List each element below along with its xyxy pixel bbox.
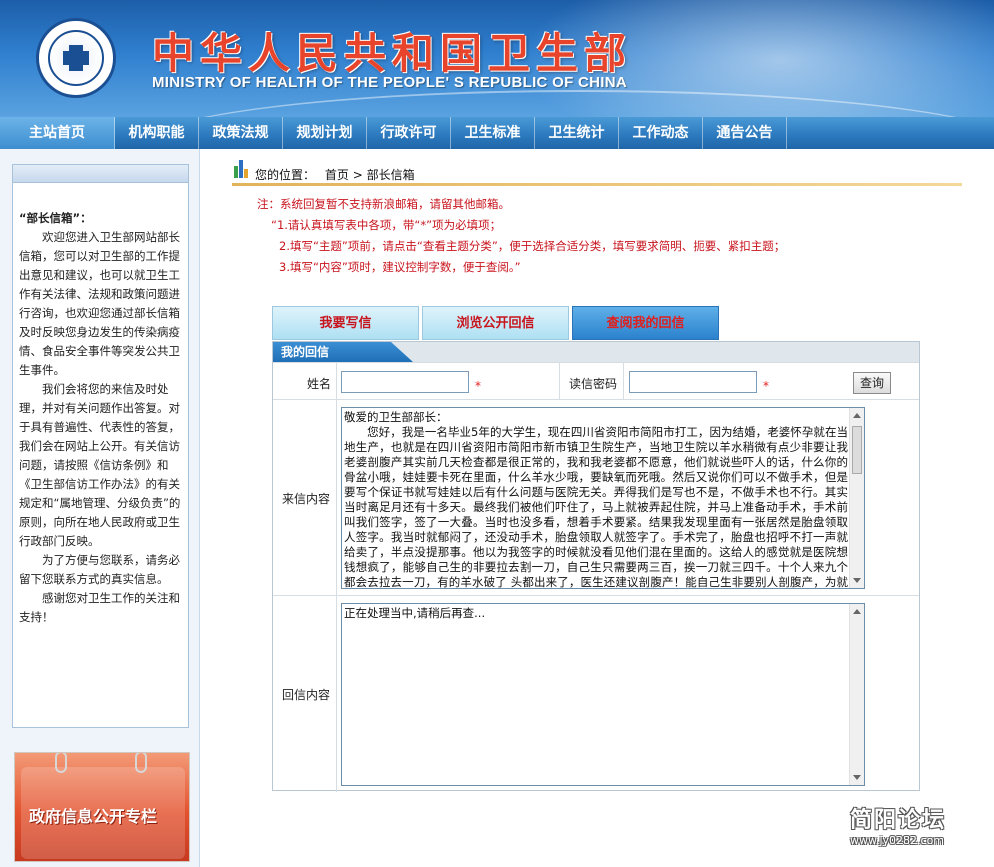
note-line-2: “1.请认真填写表中各项，带“*”项为必填项； [271,218,502,232]
gov-info-banner[interactable]: 政府信息公开专栏 [14,752,190,862]
forum-watermark: 简阳论坛 www.jy0282.com [850,802,980,847]
letter-content-textarea[interactable]: 敬爱的卫生部部长： 您好，我是一名毕业5年的大学生，现在四川省资阳市简阳市打工，… [341,407,865,589]
gov-info-banner-label: 政府信息公开专栏 [29,807,158,826]
password-label: 读信密码 [569,377,618,391]
nav-item-notices[interactable]: 通告公告 [703,117,787,149]
scroll-down-icon[interactable] [853,775,861,780]
tab-my-replies[interactable]: 查阅我的回信 [572,306,719,340]
sidebar-para-3: 为了方便与您联系，请务必留下您联系方式的真实信息。 [19,553,180,586]
bar-chart-icon [234,158,252,178]
sidebar-intro-text: “部长信箱”： 欢迎您进入卫生部网站部长信箱，您可以对卫生部的工作提出意见和建议… [13,183,188,627]
reply-row: 回信内容 正在处理当中,请稍后再查... [273,595,919,792]
nav-item-planning[interactable]: 规划计划 [283,117,367,149]
watermark-title: 简阳论坛 [850,808,947,833]
sidebar-intro-box: “部长信箱”： 欢迎您进入卫生部网站部长信箱，您可以对卫生部的工作提出意见和建议… [12,164,189,728]
site-title-cn: 中华人民共和国卫生部 [152,29,633,78]
note-line-3: 2.填写“主题”项前，请点击“查看主题分类”，便于选择合适分类，填写要求简明、扼… [279,239,786,253]
nav-item-standards[interactable]: 卫生标准 [451,117,535,149]
sidebar-intro-title: “部长信箱”： [19,211,92,225]
panel-header: 我的回信 [273,342,919,362]
sidebar-para-2: 我们会将您的来信及时处理，并对有关问题作出答复。对于具有普遍性、代表性的答复，我… [19,382,181,548]
nav-item-news[interactable]: 工作动态 [619,117,703,149]
letter-content-text: 敬爱的卫生部部长： 您好，我是一名毕业5年的大学生，现在四川省资阳市简阳市打工，… [344,410,848,589]
tab-write-letter[interactable]: 我要写信 [272,306,419,340]
name-input[interactable] [341,371,469,393]
reply-label: 回信内容 [282,688,331,702]
scroll-down-icon[interactable] [853,578,861,583]
scroll-up-icon[interactable] [853,609,861,614]
nav-item-licensing[interactable]: 行政许可 [367,117,451,149]
ministry-emblem-icon[interactable] [36,18,116,98]
name-label: 姓名 [307,377,332,391]
cell-divider [336,596,337,792]
main-nav: 主站首页 机构职能 政策法规 规划计划 行政许可 卫生标准 卫生统计 工作动态 … [0,117,994,149]
reply-content-text: 正在处理当中,请稍后再查... [344,606,486,620]
sidebar-para-4: 感谢您对卫生工作的关注和支持！ [19,591,180,624]
letter-label: 来信内容 [282,492,331,506]
my-reply-panel: 我的回信 姓名 * 读信密码 * 查询 来信内容 敬爱的卫生部部长： 您好，我是… [272,341,920,792]
site-title-en: MINISTRY OF HEALTH OF THE PEOPLE' S REPU… [152,74,628,91]
breadcrumb-separator: > [352,168,367,182]
note-line-1: 注：系统回复暂不支持新浪邮箱，请留其他邮箱。 [257,197,510,211]
cell-divider [623,363,624,400]
breadcrumb-label: 您的位置： [255,168,316,182]
breadcrumb-current: 部长信箱 [366,168,415,182]
cell-divider [336,363,337,400]
query-button[interactable]: 查询 [853,372,891,394]
breadcrumb-home-link[interactable]: 首页 [325,168,349,182]
password-input[interactable] [629,371,757,393]
sidebar-para-1: 欢迎您进入卫生部网站部长信箱，您可以对卫生部的工作提出意见和建议，也可以就卫生工… [19,230,180,377]
panel-title: 我的回信 [273,342,413,362]
nav-item-home[interactable]: 主站首页 [0,117,115,149]
nav-item-policy[interactable]: 政策法规 [199,117,283,149]
cell-divider [559,363,560,400]
letter-row: 来信内容 敬爱的卫生部部长： 您好，我是一名毕业5年的大学生，现在四川省资阳市简… [273,399,919,596]
watermark-url: www.jy0282.com [850,834,945,847]
nav-item-statistics[interactable]: 卫生统计 [535,117,619,149]
sidebar-box-header [13,165,188,183]
site-header: 中华人民共和国卫生部 MINISTRY OF HEALTH OF THE PEO… [0,0,994,117]
binder-ring-icon [135,753,147,773]
scroll-up-icon[interactable] [853,413,861,418]
emblem-cross-horizontal [63,51,89,65]
reply-content-textarea[interactable]: 正在处理当中,请稍后再查... [341,603,865,786]
required-mark: * [475,379,481,393]
breadcrumb: 您的位置： 首页 > 部长信箱 [255,166,415,183]
credentials-row: 姓名 * 读信密码 * 查询 [273,362,919,400]
cell-divider [336,400,337,596]
nav-item-organization[interactable]: 机构职能 [115,117,199,149]
tab-browse-public-replies[interactable]: 浏览公开回信 [422,306,569,340]
letter-scrollbar[interactable] [849,408,864,588]
breadcrumb-underline [232,183,962,186]
form-notes: 注：系统回复暂不支持新浪邮箱，请留其他邮箱。 “1.请认真填写表中各项，带“*”… [257,194,897,278]
reply-scrollbar[interactable] [849,604,864,785]
required-mark: * [763,379,769,393]
binder-ring-icon [55,753,67,773]
note-line-4: 3.填写“内容”项时，建议控制字数，便于查阅。” [279,260,521,274]
scroll-thumb[interactable] [852,426,862,474]
